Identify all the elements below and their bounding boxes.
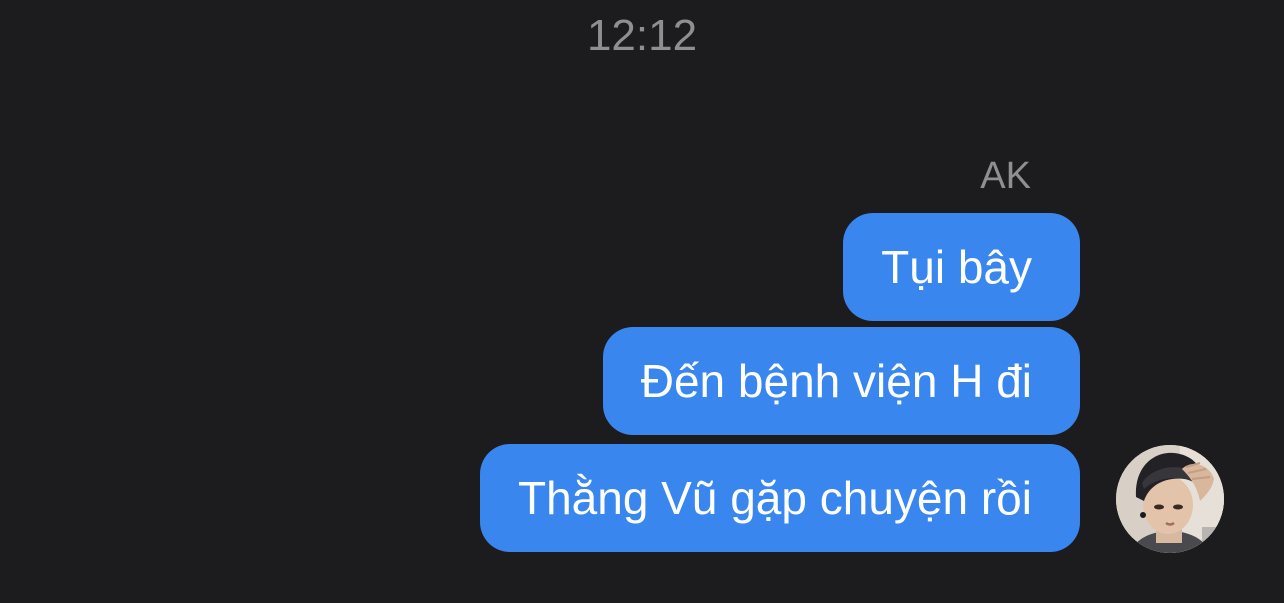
message-bubble[interactable]: Đến bệnh viện H đi bbox=[602, 327, 1080, 435]
avatar-photo-icon bbox=[1116, 445, 1224, 553]
message-timestamp: 12:12 bbox=[586, 11, 698, 60]
sender-name: AK bbox=[980, 155, 1031, 197]
message-text: Đến bệnh viện H đi bbox=[640, 355, 1032, 407]
message-bubble[interactable]: Tụi bây bbox=[843, 213, 1080, 321]
message-bubble[interactable]: Thằng Vũ gặp chuyện rồi bbox=[479, 444, 1080, 552]
message-text: Thằng Vũ gặp chuyện rồi bbox=[517, 472, 1032, 524]
sender-avatar[interactable] bbox=[1116, 445, 1224, 553]
message-text: Tụi bây bbox=[881, 241, 1032, 293]
